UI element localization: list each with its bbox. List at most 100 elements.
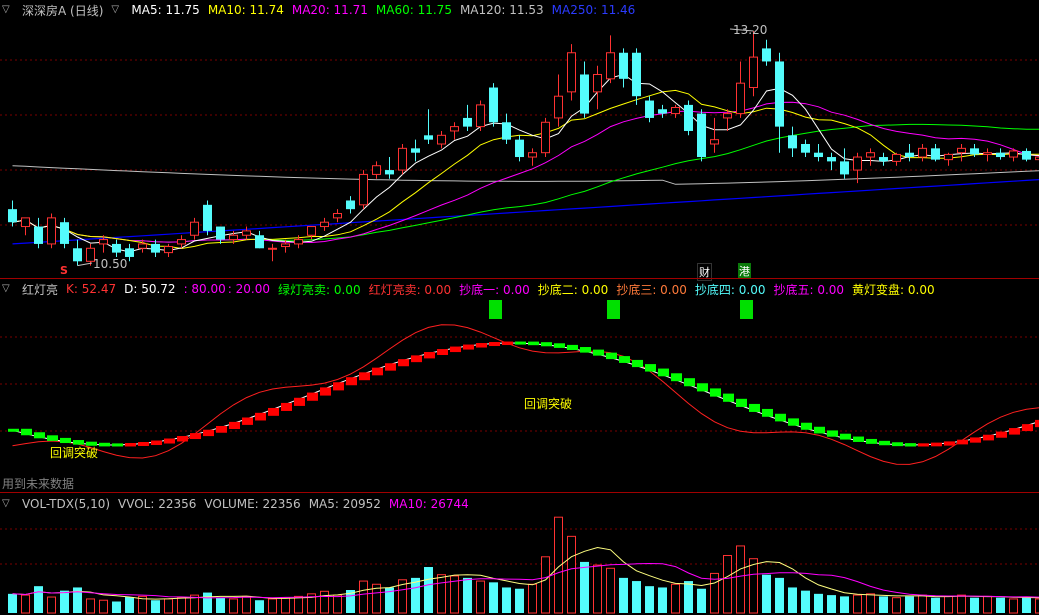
candle-body <box>125 248 134 257</box>
candle-body <box>970 148 979 155</box>
candle-body <box>684 104 693 131</box>
green-signal-block <box>658 368 669 377</box>
green-signal-block <box>736 398 747 407</box>
red-signal-block <box>996 431 1007 438</box>
chevron-down-icon[interactable]: ▽ <box>2 4 14 16</box>
green-signal-block <box>671 373 682 382</box>
volume-bar <box>658 587 667 613</box>
volume-bar <box>606 567 615 614</box>
volume-bar <box>424 567 433 613</box>
volume-bar <box>21 594 30 614</box>
red-signal-block <box>216 425 227 433</box>
candle-body <box>983 152 992 155</box>
volume-bar <box>749 558 758 614</box>
candle-body <box>164 246 173 254</box>
candle-body <box>138 243 147 249</box>
indicator-title[interactable]: 红灯亮 <box>22 281 58 298</box>
red-signal-block <box>307 392 318 401</box>
chevron-down-icon[interactable]: ▽ <box>2 498 14 510</box>
volume-bar <box>359 580 368 614</box>
green-signal-block <box>99 442 110 447</box>
yellow-value: 黄灯变盘: 0.00 <box>852 282 935 297</box>
level-80: : 80.00 <box>183 282 226 296</box>
ma250-value: MA250: 11.46 <box>551 3 636 17</box>
d-line <box>12 342 1039 446</box>
vol-ma10-value: MA10: 26744 <box>388 497 469 511</box>
stock-title[interactable]: 深深房A (日线) <box>22 2 103 19</box>
candle-body <box>8 209 17 223</box>
volume-bar <box>879 596 888 613</box>
volume-panel[interactable]: ▽ VOL-TDX(5,10) VVOL: 22356 VOLUME: 2235… <box>0 494 1039 615</box>
volume-bar <box>814 593 823 613</box>
volume-bar <box>294 595 303 614</box>
candle-body <box>242 230 251 236</box>
volume-bar <box>801 590 810 613</box>
volume-bar <box>281 597 290 614</box>
volume-bar <box>320 590 329 614</box>
volume-bar <box>268 598 277 614</box>
future-data-note: 用到未来数据 <box>2 477 75 491</box>
volume-legend: ▽ VOL-TDX(5,10) VVOL: 22356 VOLUME: 2235… <box>2 496 477 512</box>
red-signal-block <box>385 363 396 371</box>
volume-bar <box>463 577 472 613</box>
green-sell-value: 绿灯亮卖: 0.00 <box>278 282 361 297</box>
candle-body <box>268 247 277 250</box>
volume-bar <box>1009 598 1018 614</box>
indicator-legend: ▽ 红灯亮 K: 52.47 D: 50.72 : 80.00 : 20.00 … <box>2 281 943 297</box>
red-signal-block <box>489 342 500 347</box>
candle-body <box>424 135 433 140</box>
ma10-value: MA10: 11.74 <box>207 3 284 17</box>
indicator-chart[interactable] <box>0 279 1039 491</box>
volume-bar <box>541 556 550 614</box>
chevron-down-icon[interactable]: ▽ <box>2 283 14 295</box>
green-signal-block <box>21 428 32 436</box>
volume-bar <box>580 561 589 613</box>
candle-body <box>294 239 303 245</box>
hk-connect-marker[interactable]: 港 <box>738 263 751 279</box>
volume-bar <box>918 594 927 614</box>
level-20: : 20.00 <box>227 282 270 296</box>
candle-body <box>827 157 836 162</box>
red-signal-block <box>450 346 461 353</box>
red-signal-block <box>242 417 253 425</box>
price-panel[interactable]: ▽ 深深房A (日线) ▽ MA5: 11.75 MA10: 11.74 MA2… <box>0 0 1039 281</box>
volume-chart[interactable] <box>0 494 1039 615</box>
candle-body <box>34 226 43 244</box>
indicator-panel[interactable]: ▽ 红灯亮 K: 52.47 D: 50.72 : 80.00 : 20.00 … <box>0 279 1039 491</box>
candle-body <box>931 148 940 160</box>
volume-bar <box>983 595 992 614</box>
low-price-label: 10.50 <box>93 257 128 271</box>
volume-bar <box>86 598 95 614</box>
red-signal-block <box>346 377 357 386</box>
candle-body <box>853 156 862 171</box>
volume-bar <box>762 574 771 613</box>
price-chart[interactable] <box>0 0 1039 278</box>
red-signal-block <box>983 434 994 441</box>
volume-bar <box>60 590 69 613</box>
volume-bar <box>723 555 732 614</box>
green-signal-block <box>723 393 734 402</box>
volume-bar <box>177 597 186 614</box>
volume-bar <box>736 545 745 614</box>
candle-body <box>307 226 316 236</box>
red-signal-block <box>918 443 929 447</box>
volume-bar <box>229 598 238 614</box>
red-signal-block <box>411 355 422 363</box>
bottom5-value: 抄底五: 0.00 <box>773 282 845 297</box>
red-signal-block <box>931 442 942 447</box>
panel-divider <box>0 492 1039 493</box>
volume-bar <box>567 535 576 614</box>
chevron-down-icon[interactable]: ▽ <box>111 4 123 16</box>
candle-body <box>60 222 69 244</box>
candle-body <box>840 161 849 175</box>
candle-body <box>762 48 771 62</box>
volume-title[interactable]: VOL-TDX(5,10) <box>22 497 110 511</box>
volume-bar <box>827 595 836 613</box>
red-signal-block <box>463 344 474 350</box>
volume-bar <box>853 594 862 614</box>
volume-bar <box>255 600 264 613</box>
volume-bar <box>619 577 628 613</box>
green-signal-block <box>619 356 630 363</box>
bottom-signal-marker <box>607 300 620 319</box>
red-signal-block <box>944 441 955 446</box>
